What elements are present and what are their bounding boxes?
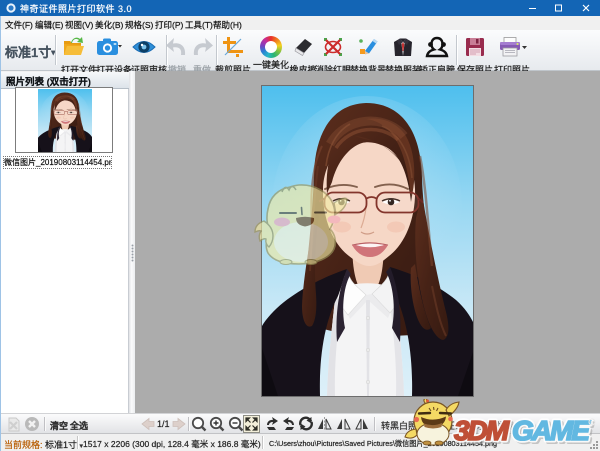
svg-text:3DM: 3DM: [454, 415, 510, 446]
svg-text:GAME: GAME: [512, 415, 591, 446]
